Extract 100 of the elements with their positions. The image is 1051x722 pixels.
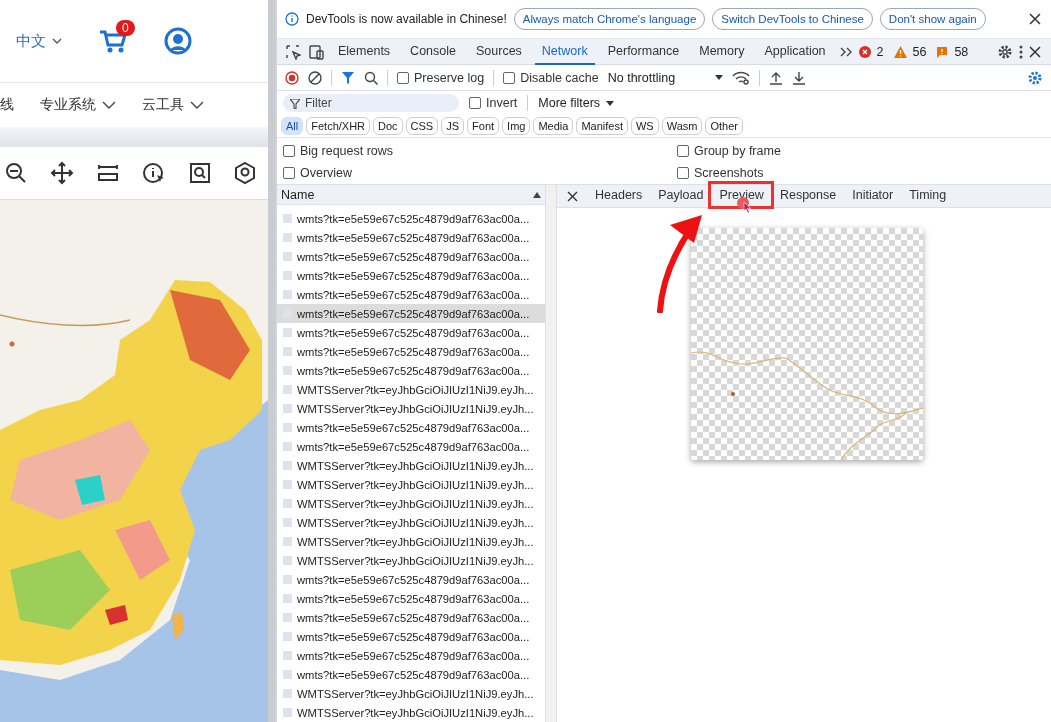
- option-checkbox[interactable]: Group by frame: [677, 144, 1045, 158]
- filter-field[interactable]: Filter: [283, 94, 459, 112]
- scrollbar[interactable]: [268, 0, 275, 722]
- type-filter-chip[interactable]: WS: [630, 117, 659, 135]
- preserve-log-checkbox[interactable]: Preserve log: [397, 70, 485, 85]
- settings-icon[interactable]: [997, 43, 1013, 60]
- panel-tab[interactable]: Performance: [600, 38, 687, 65]
- request-row[interactable]: wmts?tk=e5e59e67c525c4879d9af763ac00a...: [277, 646, 545, 665]
- request-row[interactable]: WMTSServer?tk=eyJhbGciOiJIUzI1NiJ9.eyJh...: [277, 456, 545, 475]
- filter-icon[interactable]: [341, 70, 355, 85]
- request-row[interactable]: wmts?tk=e5e59e67c525c4879d9af763ac00a...: [277, 418, 545, 437]
- caret-icon[interactable]: [715, 75, 724, 80]
- type-filter-chip[interactable]: Fetch/XHR: [306, 117, 371, 135]
- throttling-dropdown[interactable]: No throttling: [607, 70, 724, 85]
- search-box-icon[interactable]: [188, 161, 212, 185]
- type-filter-chip[interactable]: Font: [467, 117, 500, 135]
- panel-tab[interactable]: Console: [403, 38, 463, 65]
- type-filter-chip[interactable]: All: [281, 117, 304, 135]
- request-row[interactable]: wmts?tk=e5e59e67c525c4879d9af763ac00a...: [277, 627, 545, 646]
- request-row[interactable]: wmts?tk=e5e59e67c525c4879d9af763ac00a...: [277, 266, 545, 285]
- device-toggle-icon[interactable]: [307, 43, 325, 60]
- type-filter-chip[interactable]: Media: [533, 117, 574, 135]
- disable-cache-checkbox[interactable]: Disable cache: [503, 70, 599, 85]
- infobar-button[interactable]: Don't show again: [879, 8, 986, 30]
- more-options-icon[interactable]: [1019, 44, 1023, 59]
- request-row[interactable]: wmts?tk=e5e59e67c525c4879d9af763ac00a...: [277, 437, 545, 456]
- request-row[interactable]: wmts?tk=e5e59e67c525c4879d9af763ac00a...: [277, 665, 545, 684]
- request-row[interactable]: wmts?tk=e5e59e67c525c4879d9af763ac00a...: [277, 228, 545, 247]
- request-row[interactable]: wmts?tk=e5e59e67c525c4879d9af763ac00a...: [277, 209, 545, 228]
- type-filter-chip[interactable]: Manifest: [576, 117, 628, 135]
- detail-tab[interactable]: Headers: [588, 184, 650, 208]
- close-icon[interactable]: [1029, 13, 1041, 25]
- option-checkbox[interactable]: Big request rows: [283, 144, 677, 158]
- scrollbar[interactable]: [545, 185, 556, 722]
- request-row[interactable]: wmts?tk=e5e59e67c525c4879d9af763ac00a...: [277, 247, 545, 266]
- info-cursor-icon[interactable]: [142, 161, 166, 185]
- caret-icon[interactable]: [606, 100, 615, 106]
- record-icon[interactable]: [285, 70, 299, 85]
- request-row[interactable]: WMTSServer?tk=eyJhbGciOiJIUzI1NiJ9.eyJh...: [277, 684, 545, 703]
- inspect-element-icon[interactable]: [285, 43, 301, 60]
- type-filter-chip[interactable]: Doc: [373, 117, 403, 135]
- hexagon-search-icon[interactable]: [234, 161, 256, 185]
- search-icon[interactable]: [364, 70, 378, 85]
- detail-tab[interactable]: Payload: [651, 184, 711, 208]
- detail-tab[interactable]: Response: [772, 184, 844, 208]
- panel-tab[interactable]: Sources: [469, 38, 529, 65]
- caret-icon[interactable]: [102, 100, 116, 110]
- request-row[interactable]: WMTSServer?tk=eyJhbGciOiJIUzI1NiJ9.eyJh...: [277, 494, 545, 513]
- request-row[interactable]: wmts?tk=e5e59e67c525c4879d9af763ac00a...: [277, 570, 545, 589]
- request-row[interactable]: wmts?tk=e5e59e67c525c4879d9af763ac00a...: [277, 304, 545, 323]
- option-checkbox[interactable]: Screenshots: [677, 166, 1045, 180]
- request-row[interactable]: WMTSServer?tk=eyJhbGciOiJIUzI1NiJ9.eyJh...: [277, 551, 545, 570]
- request-row[interactable]: wmts?tk=e5e59e67c525c4879d9af763ac00a...: [277, 608, 545, 627]
- invert-checkbox[interactable]: Invert: [469, 96, 518, 110]
- request-row[interactable]: wmts?tk=e5e59e67c525c4879d9af763ac00a...: [277, 361, 545, 380]
- infobar-button[interactable]: Always match Chrome's language: [513, 8, 706, 30]
- clear-icon[interactable]: [308, 70, 322, 85]
- request-row[interactable]: WMTSServer?tk=eyJhbGciOiJIUzI1NiJ9.eyJh...: [277, 703, 545, 722]
- request-name: wmts?tk=e5e59e67c525c4879d9af763ac00a...: [297, 345, 530, 358]
- type-filter-chip[interactable]: CSS: [405, 117, 439, 135]
- type-filter-chip[interactable]: Wasm: [661, 117, 703, 135]
- caret-icon[interactable]: [52, 37, 62, 45]
- close-icon[interactable]: [1029, 45, 1041, 58]
- pan-icon[interactable]: [50, 161, 74, 185]
- detail-tab[interactable]: Timing: [902, 184, 954, 208]
- request-row[interactable]: wmts?tk=e5e59e67c525c4879d9af763ac00a...: [277, 342, 545, 361]
- user-avatar-icon[interactable]: [164, 27, 192, 55]
- panel-tab[interactable]: Application: [757, 38, 833, 65]
- type-filter-chip[interactable]: JS: [441, 117, 465, 135]
- infobar-button[interactable]: Switch DevTools to Chinese: [712, 8, 873, 30]
- warning-count: 56: [912, 44, 927, 59]
- type-filter-chip[interactable]: Img: [502, 117, 531, 135]
- request-row[interactable]: WMTSServer?tk=eyJhbGciOiJIUzI1NiJ9.eyJh...: [277, 380, 545, 399]
- panel-tab[interactable]: Elements: [331, 38, 398, 65]
- nav-menu-item[interactable]: 线: [0, 96, 14, 114]
- nav-menu-item[interactable]: 专业系统: [40, 96, 116, 114]
- type-filter-chip[interactable]: Other: [705, 117, 743, 135]
- panel-tab[interactable]: Memory: [692, 38, 752, 65]
- request-row[interactable]: wmts?tk=e5e59e67c525c4879d9af763ac00a...: [277, 323, 545, 342]
- option-checkbox[interactable]: Overview: [283, 166, 677, 180]
- request-row[interactable]: wmts?tk=e5e59e67c525c4879d9af763ac00a...: [277, 285, 545, 304]
- upload-icon[interactable]: [769, 70, 784, 85]
- more-filters-dropdown[interactable]: More filters: [538, 96, 615, 110]
- more-tabs-icon[interactable]: [838, 45, 853, 58]
- request-row[interactable]: WMTSServer?tk=eyJhbGciOiJIUzI1NiJ9.eyJh...: [277, 513, 545, 532]
- caret-icon[interactable]: [190, 100, 204, 110]
- download-icon[interactable]: [792, 70, 807, 85]
- network-conditions-icon[interactable]: [732, 70, 751, 85]
- zoom-out-icon[interactable]: [4, 161, 28, 185]
- request-row[interactable]: wmts?tk=e5e59e67c525c4879d9af763ac00a...: [277, 589, 545, 608]
- nav-menu-item[interactable]: 云工具: [142, 96, 204, 114]
- close-icon[interactable]: [567, 190, 578, 202]
- language-selector[interactable]: 中文: [16, 31, 62, 51]
- request-row[interactable]: WMTSServer?tk=eyJhbGciOiJIUzI1NiJ9.eyJh...: [277, 475, 545, 494]
- name-column-header[interactable]: Name: [281, 187, 315, 202]
- request-row[interactable]: WMTSServer?tk=eyJhbGciOiJIUzI1NiJ9.eyJh...: [277, 532, 545, 551]
- detail-tab[interactable]: Initiator: [845, 184, 901, 208]
- network-settings-icon[interactable]: [1027, 69, 1043, 86]
- request-row[interactable]: WMTSServer?tk=eyJhbGciOiJIUzI1NiJ9.eyJh...: [277, 399, 545, 418]
- panel-tab[interactable]: Network: [534, 38, 595, 65]
